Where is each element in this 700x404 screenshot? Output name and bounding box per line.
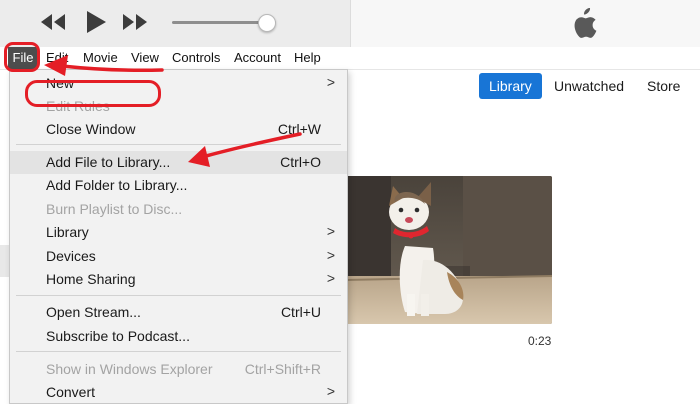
volume-slider[interactable] [172, 14, 276, 32]
menu-item-subscribe-to-podcast[interactable]: Subscribe to Podcast... [10, 325, 347, 348]
status-display [350, 0, 700, 47]
menu-item-show-in-windows-explorer: Show in Windows Explorer Ctrl+Shift+R [10, 358, 347, 381]
submenu-arrow-icon: > [326, 383, 335, 399]
submenu-arrow-icon: > [326, 247, 335, 263]
menu-view[interactable]: View [131, 47, 159, 69]
menu-item-label: Open Stream... [46, 304, 141, 320]
menu-bar: File Edit Movie View Controls Account He… [0, 47, 700, 70]
menu-help[interactable]: Help [294, 47, 321, 69]
menu-item-shortcut: Ctrl+U [280, 304, 321, 320]
volume-knob[interactable] [257, 14, 276, 32]
apple-logo-icon [569, 7, 597, 43]
tab-store[interactable]: Store [637, 73, 690, 99]
menu-item-close-window[interactable]: Close Window Ctrl+W [10, 118, 347, 141]
menu-item-shortcut: Ctrl+W [277, 121, 321, 137]
file-menu-circle [4, 42, 40, 72]
menu-item-convert[interactable]: Convert > [10, 381, 347, 404]
menu-item-label: Library [46, 224, 89, 240]
menu-item-label: Burn Playlist to Disc... [46, 201, 183, 217]
menu-item-label: Convert [46, 384, 96, 400]
player-toolbar [0, 0, 700, 47]
menu-controls[interactable]: Controls [172, 47, 220, 69]
menu-item-label: Subscribe to Podcast... [46, 328, 190, 344]
tab-unwatched[interactable]: Unwatched [544, 73, 634, 99]
menu-item-burn-playlist: Burn Playlist to Disc... [10, 198, 347, 221]
video-duration: 0:23 [528, 334, 552, 348]
submenu-arrow-icon: > [326, 223, 335, 239]
play-icon[interactable] [84, 10, 108, 34]
menu-item-add-folder-to-library[interactable]: Add Folder to Library... [10, 174, 347, 197]
menu-edit[interactable]: Edit [46, 47, 68, 69]
menu-separator [16, 351, 341, 352]
menu-item-library[interactable]: Library > [10, 221, 347, 244]
file-dropdown-menu: New > Edit Rules Close Window Ctrl+W Add… [9, 69, 348, 404]
add-file-circle [25, 80, 161, 107]
menu-item-label: Add Folder to Library... [46, 177, 188, 193]
menu-item-label: Devices [46, 248, 96, 264]
menu-item-open-stream[interactable]: Open Stream... Ctrl+U [10, 301, 347, 324]
cat-video-thumbnail[interactable] [345, 176, 552, 324]
menu-item-shortcut: Ctrl+Shift+R [244, 361, 321, 377]
menu-item-shortcut: Ctrl+O [280, 154, 321, 170]
rewind-icon[interactable] [40, 10, 66, 34]
menu-item-devices[interactable]: Devices > [10, 245, 347, 268]
submenu-arrow-icon: > [326, 270, 335, 286]
menu-account[interactable]: Account [234, 47, 281, 69]
player-controls-area [0, 0, 350, 47]
submenu-arrow-icon: > [326, 74, 335, 90]
menu-item-home-sharing[interactable]: Home Sharing > [10, 268, 347, 291]
menu-separator [16, 144, 341, 145]
menu-item-add-file-to-library[interactable]: Add File to Library... Ctrl+O [10, 151, 347, 174]
tab-library[interactable]: Library [479, 73, 542, 99]
menu-item-label: Home Sharing [46, 271, 136, 287]
menu-item-label: Add File to Library... [46, 154, 171, 170]
menu-item-label: Show in Windows Explorer [46, 361, 213, 377]
sidebar-edge [0, 245, 9, 277]
fast-forward-icon[interactable] [122, 10, 148, 34]
menu-movie[interactable]: Movie [83, 47, 118, 69]
menu-item-label: Close Window [46, 121, 136, 137]
menu-separator [16, 295, 341, 296]
